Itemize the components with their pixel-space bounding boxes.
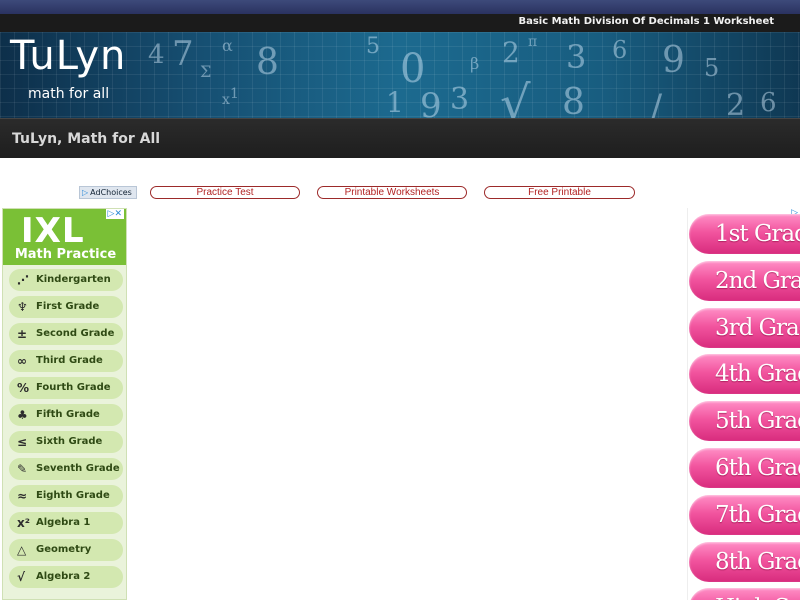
apple-icon: ♣ <box>17 408 28 422</box>
ixl-grade-item[interactable]: √ Algebra 2 <box>9 566 123 588</box>
ixl-grade-label: Eighth Grade <box>36 490 110 501</box>
banner-symbol: / <box>650 88 663 118</box>
adchoices-label: AdChoices <box>90 188 132 197</box>
banner-symbol: 6 <box>612 36 628 64</box>
ixl-grade-item[interactable]: ♆ First Grade <box>9 296 123 318</box>
banner-symbol: 7 <box>172 34 194 74</box>
ixl-grade-item[interactable]: ♣ Fifth Grade <box>9 404 123 426</box>
grade-button[interactable]: 3rd Grade <box>689 307 800 348</box>
banner-symbol: 2 <box>502 36 520 69</box>
ixl-logo: IXL <box>21 211 85 251</box>
ixl-grade-label: Geometry <box>36 544 92 555</box>
ixl-ad[interactable]: IXL Math Practice ▷✕ ⋰ Kindergarten ♆ First… <box>2 208 127 600</box>
grade-button[interactable]: 7th Grade <box>689 494 800 535</box>
pencil-cup-icon: ♆ <box>17 300 28 314</box>
banner-symbol: 9 <box>662 40 685 81</box>
nav-link-printable-worksheets[interactable]: Printable Worksheets <box>317 186 467 199</box>
banner-symbol: 8 <box>562 82 585 118</box>
banner-symbol: x <box>222 92 230 108</box>
banner-symbol: π <box>528 34 538 50</box>
banner-symbol: 5 <box>366 34 380 59</box>
ixl-grade-label: Fifth Grade <box>36 409 100 420</box>
logo-text: TuLyn <box>10 33 127 79</box>
banner-symbol: β <box>470 54 480 73</box>
banner-symbol: 6 <box>760 88 777 118</box>
adchoices-button[interactable]: ▷ AdChoices <box>79 186 137 199</box>
banner-symbol: 5 <box>704 54 720 82</box>
top-strip <box>0 0 800 14</box>
grade-button[interactable]: 4th Grade <box>689 354 800 395</box>
title-bar: Basic Math Division Of Decimals 1 Worksh… <box>0 14 800 32</box>
ixl-grade-item[interactable]: ≤ Sixth Grade <box>9 431 123 453</box>
ixl-grade-item[interactable]: ≈ Eighth Grade <box>9 485 123 507</box>
ixl-grade-label: Fourth Grade <box>36 382 111 393</box>
infinity-icon: ∞ <box>17 354 27 368</box>
ixl-grade-label: Kindergarten <box>36 274 111 285</box>
dots-icon: ⋰ <box>17 273 29 287</box>
nav-row: ▷ AdChoices Practice Test Printable Works… <box>0 186 800 200</box>
grade-button[interactable]: 6th Grade <box>689 448 800 488</box>
site-logo[interactable]: TuLyn math for all <box>10 33 127 102</box>
ixl-grade-item[interactable]: ± Second Grade <box>9 323 123 345</box>
plus-minus-icon: ± <box>17 327 28 341</box>
percent-icon: % <box>17 381 30 395</box>
triangle-icon: △ <box>17 543 27 557</box>
banner-symbol: 9 <box>420 86 442 118</box>
header-banner: 4 7 α 8 Σ 5 0 β 2 π 3 6 9 5 1 9 3 8 √ 1 2 6 x / TuLyn math for … <box>0 32 800 118</box>
ixl-grade-label: Seventh Grade <box>36 463 120 474</box>
grade-button[interactable]: 2nd Grade <box>689 260 800 301</box>
sub-header: TuLyn, Math for All <box>0 118 800 158</box>
ixl-grade-label: First Grade <box>36 301 100 312</box>
nav-link-free-printable[interactable]: Free Printable <box>484 186 635 199</box>
banner-symbol: 2 <box>726 88 746 118</box>
banner-symbol: 3 <box>450 82 470 117</box>
approx-icon: ≈ <box>17 489 28 503</box>
ixl-grade-item[interactable]: ∞ Third Grade <box>9 350 123 372</box>
grade-button[interactable]: High School <box>689 588 800 600</box>
logo-tagline: math for all <box>28 86 110 102</box>
ixl-grade-label: Second Grade <box>36 328 115 339</box>
ixl-grade-item[interactable]: △ Geometry <box>9 539 123 561</box>
grade-list: ⋰ Kindergarten ♆ First Grade ± Second Grade ∞ T… <box>9 269 123 593</box>
less-equal-icon: ≤ <box>17 435 28 449</box>
grade-button[interactable]: 1st Grade <box>689 214 800 254</box>
banner-symbol: 8 <box>256 42 279 83</box>
grade-button[interactable]: 5th Grade <box>689 401 800 442</box>
ixl-grade-item[interactable]: ⋰ Kindergarten <box>9 269 123 291</box>
banner-symbol: 4 <box>148 40 165 70</box>
sqrt-icon: √ <box>17 570 26 584</box>
ixl-grade-item[interactable]: x² Algebra 1 <box>9 512 123 534</box>
adchoices-icon: ▷ <box>82 188 89 197</box>
ixl-grade-label: Third Grade <box>36 355 103 366</box>
banner-symbol: Σ <box>200 62 212 81</box>
banner-symbol: 3 <box>566 38 587 76</box>
ad-close-icon[interactable]: ▷✕ <box>105 209 124 219</box>
page-title: Basic Math Division Of Decimals 1 Worksh… <box>518 16 774 27</box>
ixl-grade-label: Algebra 2 <box>36 571 91 582</box>
site-name: TuLyn, Math for All <box>12 131 161 147</box>
pen-icon: ✎ <box>17 462 28 476</box>
nav-link-practice-test[interactable]: Practice Test <box>150 186 300 199</box>
ixl-grade-item[interactable]: % Fourth Grade <box>9 377 123 399</box>
banner-symbol: α <box>222 36 233 55</box>
ixl-subtitle: Math Practice <box>14 247 117 262</box>
x-squared-icon: x² <box>17 516 30 530</box>
ixl-grade-item[interactable]: ✎ Seventh Grade <box>9 458 123 480</box>
banner-symbol: √ <box>500 76 531 118</box>
grade-button[interactable]: 8th Grade <box>689 541 800 582</box>
grade-ad[interactable]: ▷ 1st Grade2nd Grade3rd Grade4th Grade5t… <box>687 208 800 600</box>
ixl-grade-label: Sixth Grade <box>36 436 103 447</box>
banner-symbol: 1 <box>230 86 239 102</box>
ixl-grade-label: Algebra 1 <box>36 517 91 528</box>
banner-symbol: 1 <box>386 86 404 118</box>
